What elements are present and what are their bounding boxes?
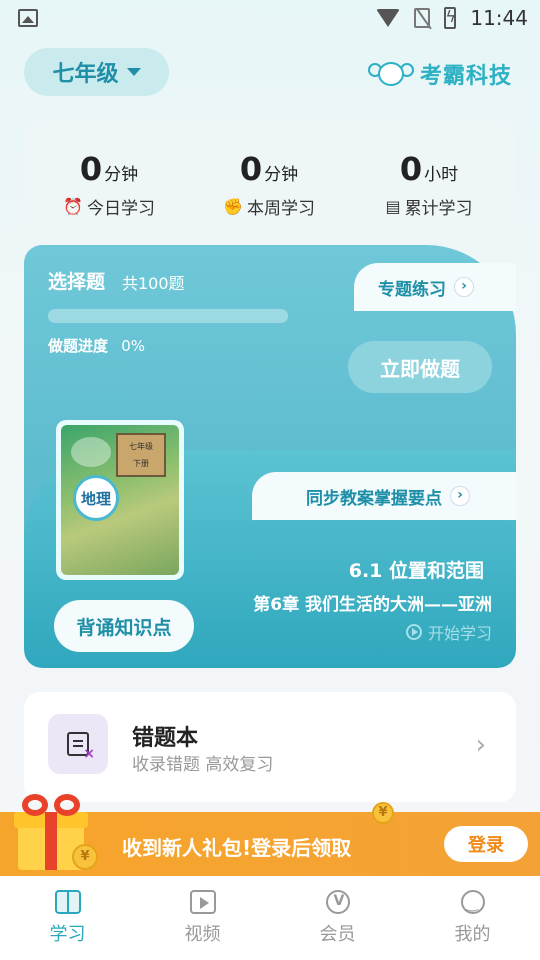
wifi-icon xyxy=(376,9,401,27)
sync-lesson-tab[interactable]: 同步教案掌握要点 › xyxy=(252,472,516,520)
stat-today: 0 分钟 ⏰ 今日学习 xyxy=(34,150,184,219)
quiz-total: 共100题 xyxy=(122,274,185,293)
chevron-right-icon: › xyxy=(450,486,470,506)
play-icon xyxy=(189,890,216,914)
tab-video-label: 视频 xyxy=(184,924,221,945)
wrong-book-card[interactable]: 错题本 收录错题 高效复习 › xyxy=(24,692,516,802)
lesson-title[interactable]: 6.1 位置和范围 xyxy=(349,556,484,583)
quiz-progress-bar xyxy=(48,309,288,323)
cover-grade: 七年级 xyxy=(129,442,153,451)
status-time: 11:44 xyxy=(470,6,528,30)
alarm-clock-icon: ⏰ xyxy=(63,197,83,216)
brand-name: 考霸科技 xyxy=(420,64,513,89)
topic-practice-tab[interactable]: 专题练习 › xyxy=(354,263,516,311)
wrong-book-icon-box xyxy=(48,714,108,774)
chevron-right-icon: › xyxy=(454,277,474,297)
wrong-book-subtitle: 收录错题 高效复习 xyxy=(132,755,274,775)
cover-term: 下册 xyxy=(133,459,149,468)
textbook-cover[interactable]: 七年级 下册 地理 xyxy=(56,420,184,580)
wrong-book-title: 错题本 xyxy=(132,726,199,751)
stat-today-unit: 分钟 xyxy=(104,165,139,185)
coin-icon: ¥ xyxy=(72,844,98,870)
tab-study[interactable]: 学习 xyxy=(18,890,118,946)
sync-lesson-label: 同步教案掌握要点 xyxy=(306,488,442,509)
recite-knowledge-button[interactable]: 背诵知识点 xyxy=(54,600,194,652)
battery-charging-icon xyxy=(444,7,457,29)
chapter-title: 第6章 我们生活的大洲——亚洲 xyxy=(253,595,492,615)
start-learning-label: 开始学习 xyxy=(427,624,492,643)
no-sim-icon xyxy=(414,8,431,28)
stat-total: 0 小时 ▤ 累计学习 xyxy=(354,150,504,219)
stat-today-label: 今日学习 xyxy=(86,199,155,219)
stat-today-value: 0 xyxy=(79,150,103,188)
quiz-title: 选择题 xyxy=(48,271,106,293)
start-learning-link[interactable]: 开始学习 xyxy=(405,620,492,644)
bottom-tab-bar: 学习 视频 会员 我的 xyxy=(0,876,540,960)
koala-logo-icon xyxy=(368,61,414,87)
quiz-progress-label: 做题进度 xyxy=(48,337,109,355)
image-notification-icon xyxy=(18,9,38,27)
tab-profile-label: 我的 xyxy=(454,924,491,945)
brand-logo: 考霸科技 xyxy=(368,58,512,90)
flexed-bicep-icon: ✊ xyxy=(223,197,243,216)
status-bar: 11:44 xyxy=(0,0,540,36)
play-circle-icon xyxy=(405,624,422,640)
topic-practice-label: 专题练习 xyxy=(378,279,446,300)
stat-total-unit: 小时 xyxy=(424,165,459,185)
wrong-note-icon xyxy=(67,732,95,762)
stat-week: 0 分钟 ✊ 本周学习 xyxy=(194,150,344,219)
tab-study-label: 学习 xyxy=(49,924,86,945)
stat-total-value: 0 xyxy=(399,150,423,188)
quiz-progress: 做题进度 0% xyxy=(48,335,145,356)
tab-video[interactable]: 视频 xyxy=(153,890,253,946)
caret-down-icon xyxy=(126,68,141,76)
clipboard-icon: ▤ xyxy=(385,197,401,216)
cover-grade-band: 七年级 下册 xyxy=(116,433,166,477)
study-stats-card: 0 分钟 ⏰ 今日学习 0 分钟 ✊ 本周学习 0 小时 ▤ 累计学习 选择题 共100题 … xyxy=(24,120,516,668)
chevron-right-icon: › xyxy=(475,730,486,760)
tab-profile[interactable]: 我的 xyxy=(423,890,523,946)
grade-selector[interactable]: 七年级 xyxy=(24,48,169,96)
quiz-progress-value: 0% xyxy=(121,337,146,355)
coin-icon: ¥ xyxy=(372,802,394,824)
stat-total-label: 累计学习 xyxy=(404,199,473,219)
stat-week-value: 0 xyxy=(239,150,263,188)
cover-subject: 地理 xyxy=(73,475,119,521)
promo-banner[interactable]: ¥ ¥ 收到新人礼包!登录后领取 登录 xyxy=(0,794,540,876)
vip-icon xyxy=(325,890,350,914)
tab-member-label: 会员 xyxy=(319,924,356,945)
tab-member[interactable]: 会员 xyxy=(288,890,388,946)
stat-week-unit: 分钟 xyxy=(264,165,299,185)
smile-icon xyxy=(460,890,485,914)
book-icon xyxy=(54,890,81,914)
start-quiz-button[interactable]: 立即做题 xyxy=(348,341,492,393)
promo-text: 收到新人礼包!登录后领取 xyxy=(122,836,352,860)
login-button[interactable]: 登录 xyxy=(444,826,528,862)
stat-week-label: 本周学习 xyxy=(246,199,315,219)
grade-label: 七年级 xyxy=(52,62,119,87)
publisher-logo-icon xyxy=(71,437,111,467)
